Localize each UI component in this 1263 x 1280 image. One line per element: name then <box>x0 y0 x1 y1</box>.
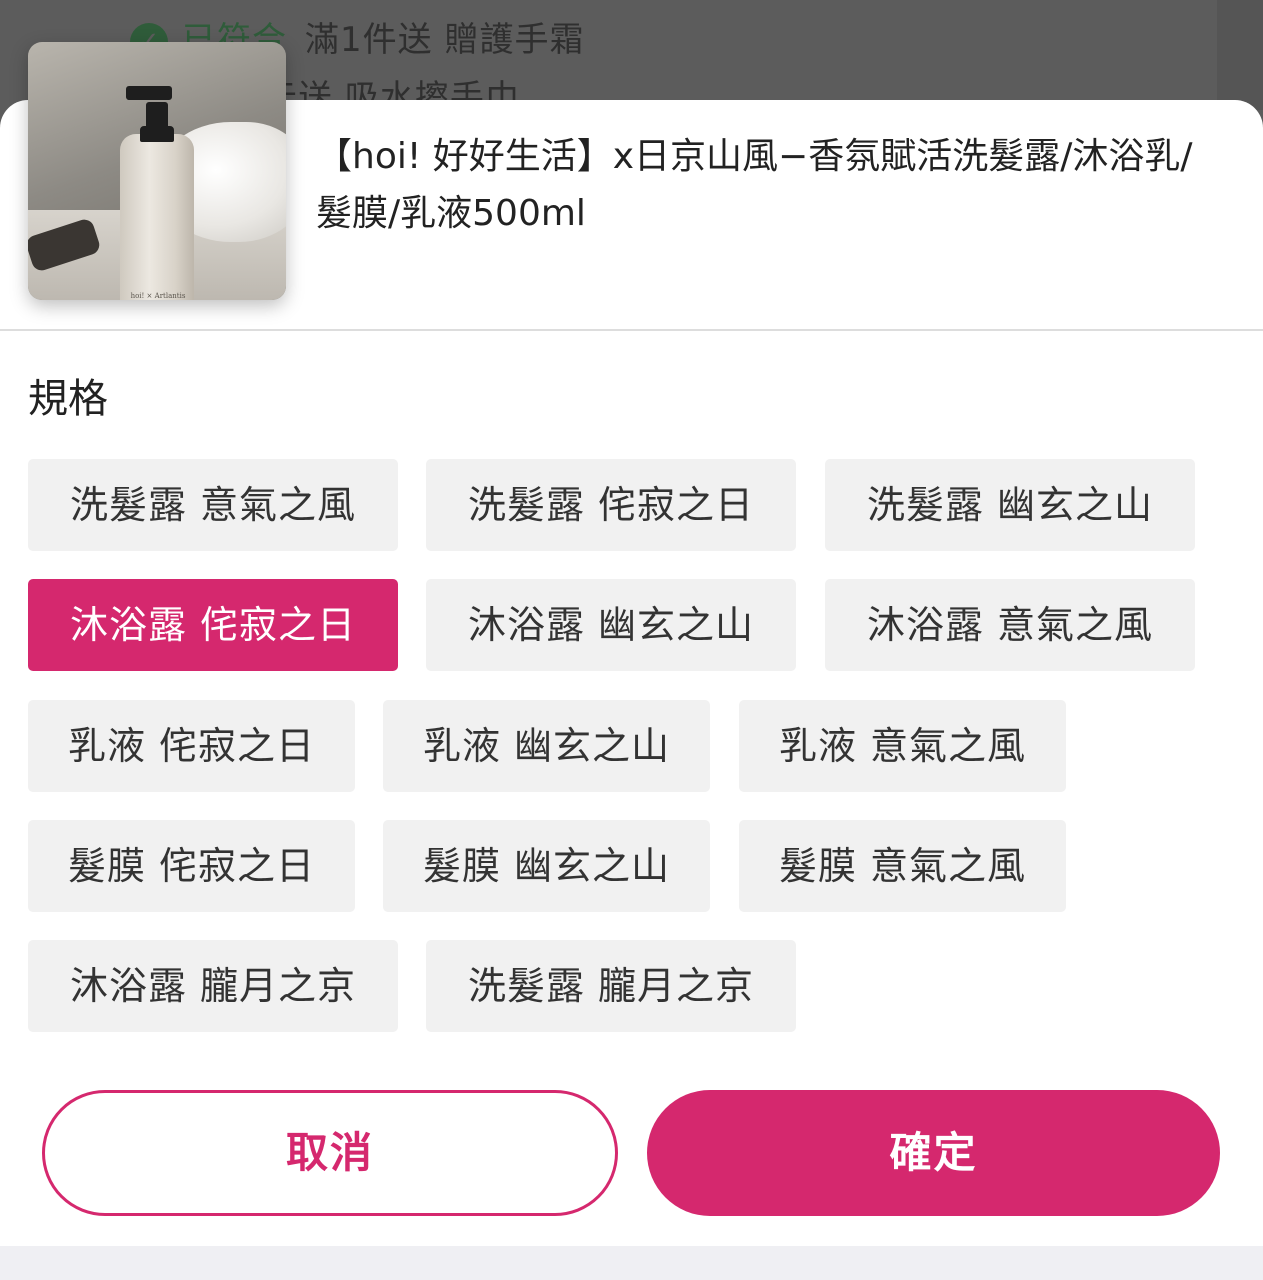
spec-option[interactable]: 髮膜 侘寂之日 <box>28 820 355 912</box>
spec-option[interactable]: 乳液 侘寂之日 <box>28 700 355 792</box>
product-title: 【hoi! 好好生活】x日京山風−香氛賦活洗髮露/沐浴乳/髮膜/乳液500ml <box>316 136 1193 234</box>
spec-section-label: 規格 <box>28 376 108 422</box>
spec-option[interactable]: 洗髮露 幽玄之山 <box>825 459 1195 551</box>
spec-option[interactable]: 洗髮露 侘寂之日 <box>426 459 796 551</box>
cancel-button[interactable]: 取消 <box>42 1090 618 1216</box>
product-image: hoi! × Artlantis <box>28 42 286 300</box>
spec-option[interactable]: 乳液 幽玄之山 <box>383 700 710 792</box>
spec-option[interactable]: 沐浴露 意氣之風 <box>825 579 1195 671</box>
divider <box>0 329 1263 331</box>
bottle-label: hoi! × Artlantis <box>130 292 186 300</box>
spec-option[interactable]: 乳液 意氣之風 <box>739 700 1066 792</box>
confirm-button[interactable]: 確定 <box>647 1090 1220 1216</box>
background-panel-edge <box>1217 0 1263 110</box>
spec-option[interactable]: 髮膜 意氣之風 <box>739 820 1066 912</box>
spec-option[interactable]: 沐浴露 幽玄之山 <box>426 579 796 671</box>
promo-text-1: 滿1件送 贈護手霜 <box>305 20 585 60</box>
bottom-safe-area <box>0 1246 1263 1280</box>
spec-option-selected[interactable]: 沐浴露 侘寂之日 <box>28 579 398 671</box>
bottle-body <box>120 134 194 300</box>
bottle-pump <box>126 86 172 100</box>
bottle-cap <box>140 126 174 142</box>
spec-option[interactable]: 洗髮露 朧月之京 <box>426 940 796 1032</box>
spec-option[interactable]: 髮膜 幽玄之山 <box>383 820 710 912</box>
page: ✓已符合滿1件送 贈護手霜 ›滿999元送 吸水擦手巾 hoi! × Artla… <box>0 0 1263 1280</box>
spec-option[interactable]: 沐浴露 朧月之京 <box>28 940 398 1032</box>
spec-option[interactable]: 洗髮露 意氣之風 <box>28 459 398 551</box>
